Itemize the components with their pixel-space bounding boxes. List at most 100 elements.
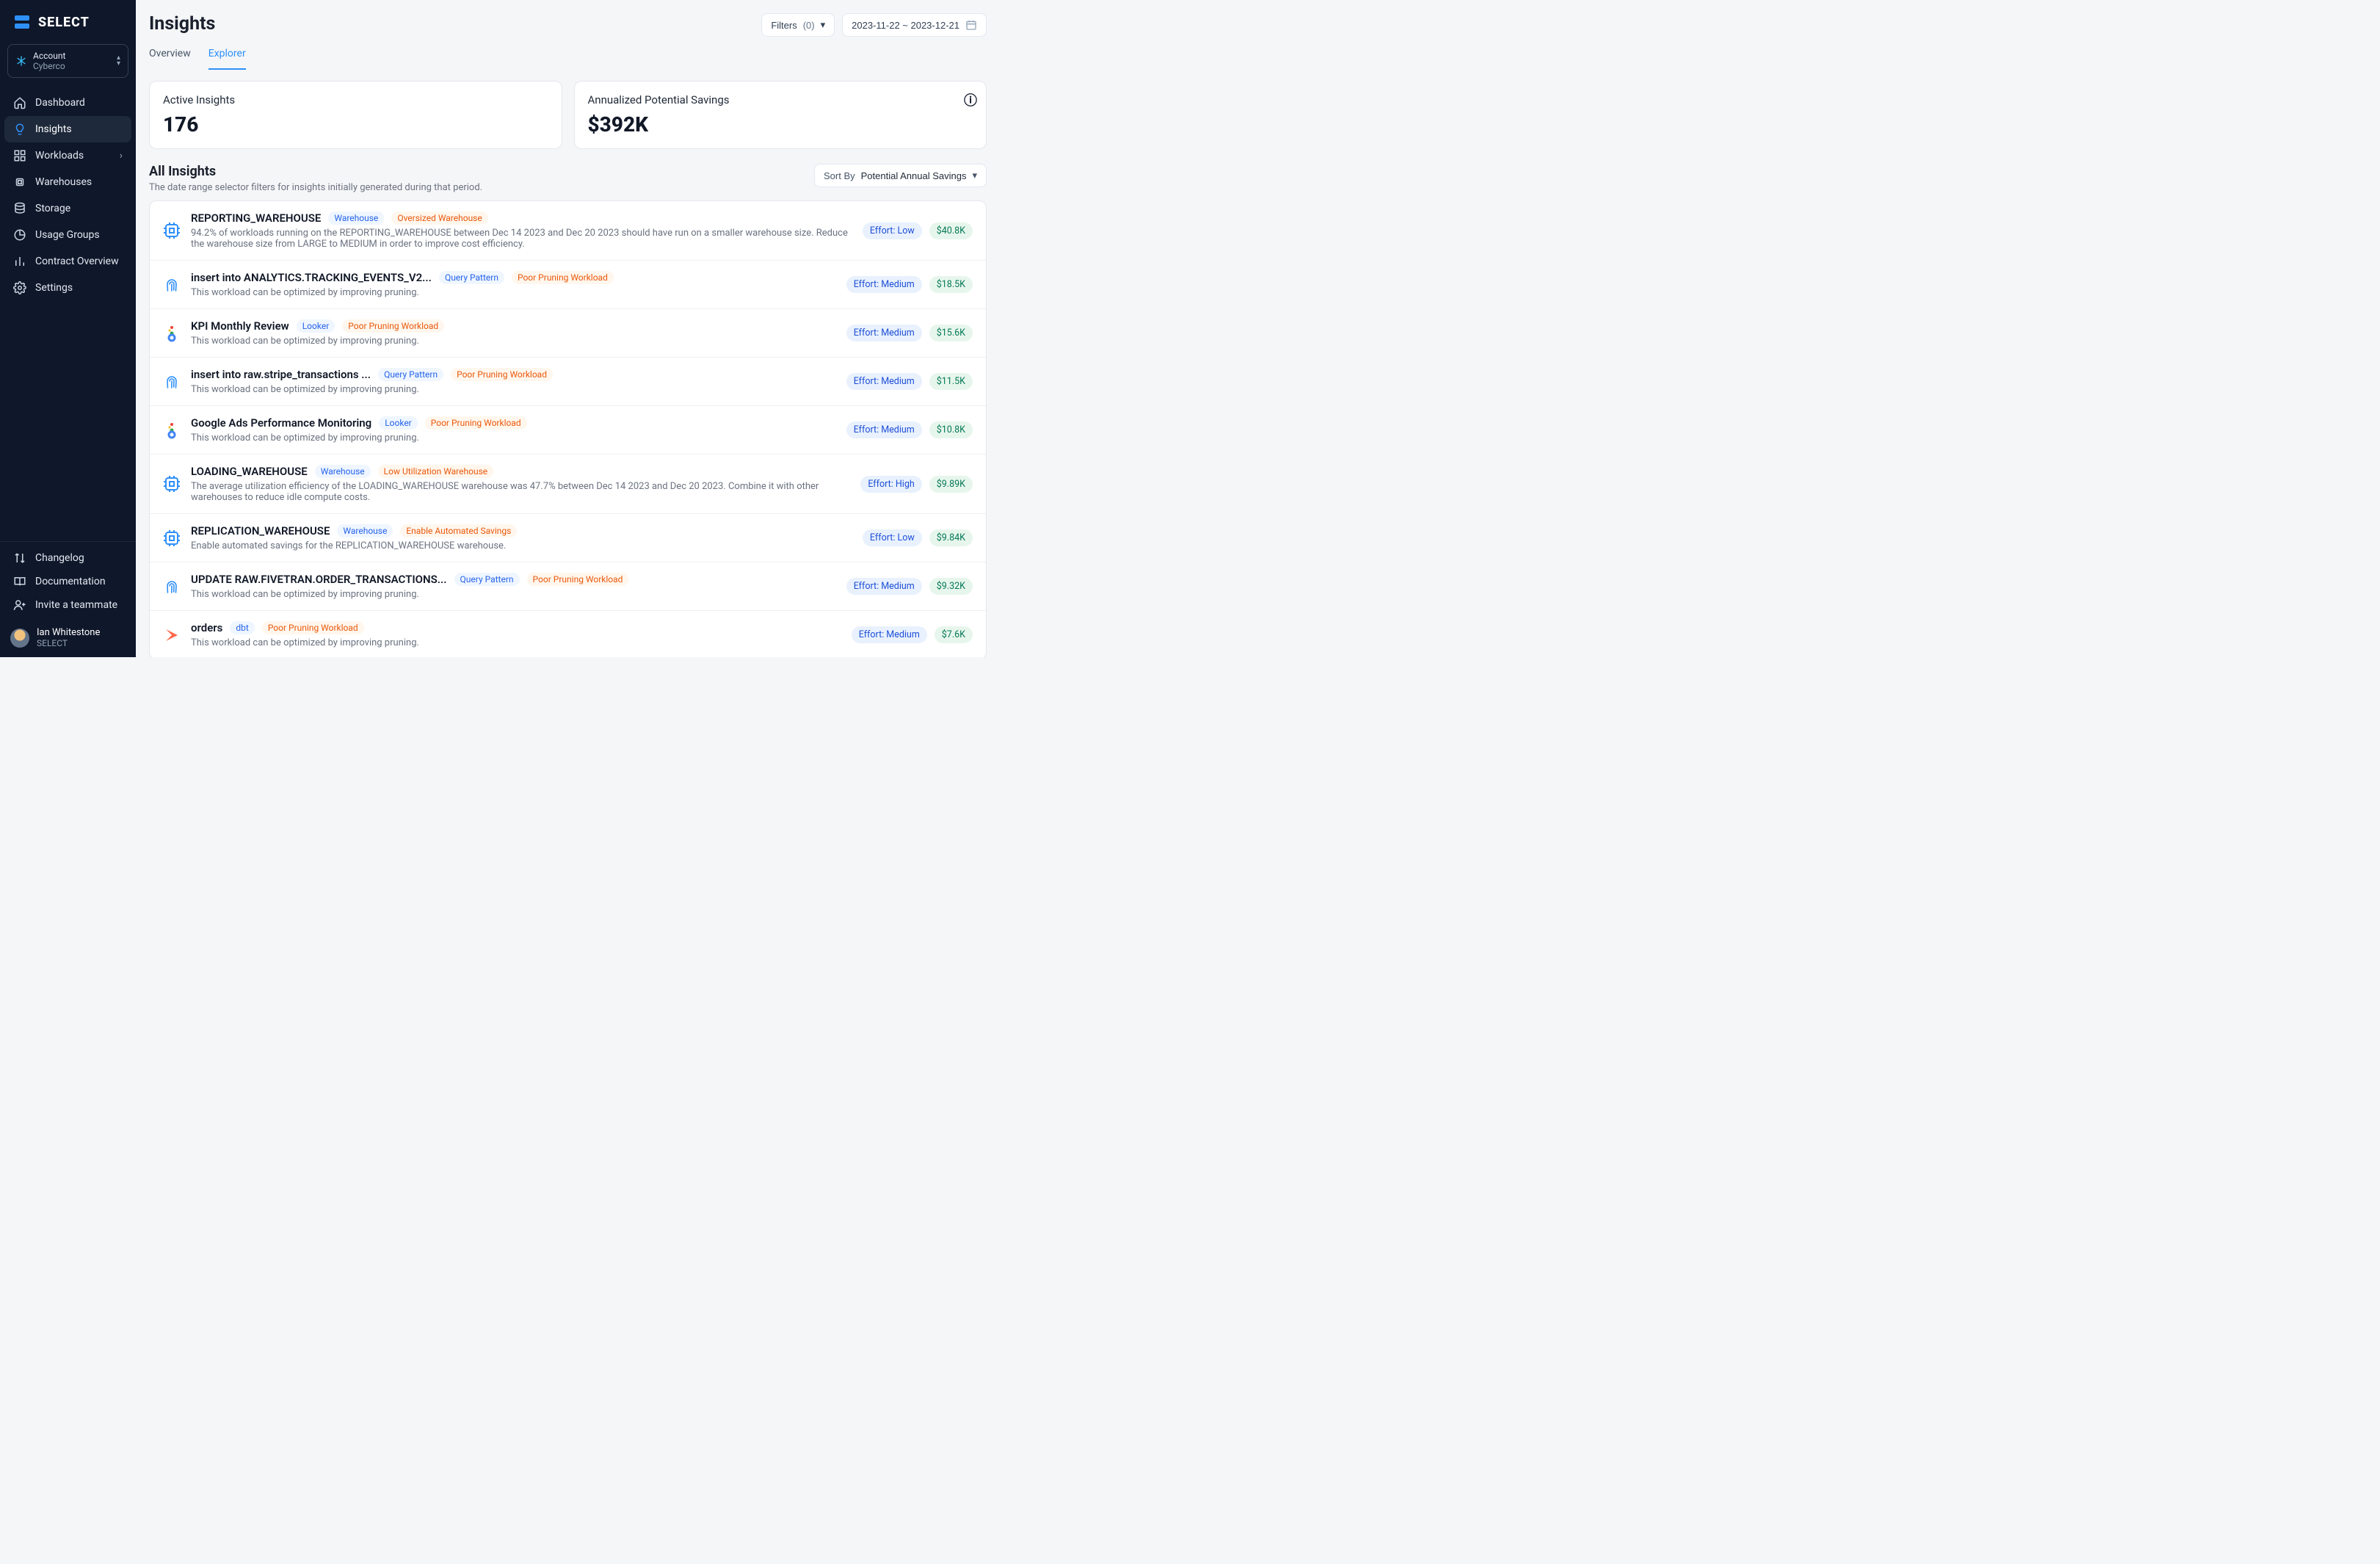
- info-icon[interactable]: ⓘ: [964, 90, 977, 109]
- insight-row[interactable]: UPDATE RAW.FIVETRAN.ORDER_TRANSACTIONS..…: [150, 562, 986, 611]
- link-changelog[interactable]: Changelog: [4, 546, 131, 570]
- insight-description: This workload can be optimized by improv…: [191, 336, 836, 347]
- tag-type: Looker: [379, 416, 418, 430]
- insight-row[interactable]: insert into raw.stripe_transactions ... …: [150, 358, 986, 406]
- nav-label: Storage: [35, 203, 70, 214]
- effort-badge: Effort: Medium: [846, 325, 922, 341]
- tag-category: Low Utilization Warehouse: [378, 465, 493, 478]
- insight-row[interactable]: REPLICATION_WAREHOUSE Warehouse Enable A…: [150, 514, 986, 562]
- sort-label: Sort By: [824, 170, 855, 181]
- nav-storage[interactable]: Storage: [4, 195, 131, 222]
- tag-type: Warehouse: [337, 524, 393, 537]
- insight-description: The average utilization efficiency of th…: [191, 481, 850, 503]
- tabs: Overview Explorer: [149, 42, 246, 70]
- bar-chart-icon: [13, 255, 26, 268]
- user-menu[interactable]: Ian Whitestone SELECT: [0, 621, 136, 657]
- link-label: Invite a teammate: [35, 599, 117, 611]
- savings-badge: $10.8K: [929, 421, 973, 438]
- tab-explorer[interactable]: Explorer: [208, 42, 246, 70]
- insight-row[interactable]: orders dbt Poor Pruning Workload This wo…: [150, 611, 986, 657]
- nav-label: Usage Groups: [35, 229, 100, 241]
- nav-label: Workloads: [35, 150, 84, 162]
- page-header: Insights Overview Explorer Filters (0) ▾…: [149, 13, 987, 70]
- effort-badge: Effort: Medium: [846, 421, 922, 438]
- account-switcher[interactable]: Account Cyberco ▴▾: [7, 44, 128, 78]
- sort-button[interactable]: Sort By Potential Annual Savings ▾: [814, 164, 987, 187]
- brand-mark-icon: [13, 13, 31, 31]
- snowflake-icon: [15, 55, 27, 67]
- database-icon: [13, 202, 26, 215]
- brand-logo: SELECT: [0, 0, 136, 41]
- link-label: Documentation: [35, 576, 106, 587]
- nav-contract-overview[interactable]: Contract Overview: [4, 248, 131, 275]
- tab-overview[interactable]: Overview: [149, 42, 191, 70]
- tag-type: dbt: [230, 621, 254, 634]
- nav-insights[interactable]: Insights: [4, 116, 131, 142]
- chevron-down-icon: ▾: [972, 170, 977, 181]
- insight-row[interactable]: KPI Monthly Review Looker Poor Pruning W…: [150, 309, 986, 358]
- savings-badge: $11.5K: [929, 373, 973, 390]
- gear-icon: [13, 281, 26, 294]
- insight-title: LOADING_WAREHOUSE: [191, 465, 308, 478]
- date-range-button[interactable]: 2023-11-22 ~ 2023-12-21: [842, 13, 987, 37]
- effort-badge: Effort: Medium: [852, 626, 927, 643]
- savings-badge: $40.8K: [929, 222, 973, 239]
- date-range-value: 2023-11-22 ~ 2023-12-21: [852, 20, 959, 31]
- account-text: Account Cyberco: [33, 51, 111, 71]
- nav-settings[interactable]: Settings: [4, 275, 131, 301]
- insight-row[interactable]: Google Ads Performance Monitoring Looker…: [150, 406, 986, 455]
- tag-category: Poor Pruning Workload: [262, 621, 364, 634]
- main: Insights Overview Explorer Filters (0) ▾…: [136, 0, 1000, 657]
- effort-badge: Effort: High: [860, 476, 921, 493]
- user-name: Ian Whitestone: [37, 627, 100, 638]
- insight-description: This workload can be optimized by improv…: [191, 384, 836, 395]
- insight-description: This workload can be optimized by improv…: [191, 287, 836, 298]
- filters-button[interactable]: Filters (0) ▾: [761, 13, 835, 37]
- metric-value: 176: [163, 112, 548, 137]
- chevron-updown-icon: ▴▾: [117, 55, 120, 67]
- tag-type: Warehouse: [328, 211, 384, 225]
- avatar: [10, 629, 29, 648]
- insight-title: Google Ads Performance Monitoring: [191, 416, 371, 430]
- chevron-down-icon: ▾: [821, 19, 826, 31]
- insight-description: Enable automated savings for the REPLICA…: [191, 540, 852, 551]
- insight-description: This workload can be optimized by improv…: [191, 432, 836, 444]
- nav-workloads[interactable]: Workloads ›: [4, 142, 131, 169]
- link-invite[interactable]: Invite a teammate: [4, 593, 131, 617]
- insight-title: UPDATE RAW.FIVETRAN.ORDER_TRANSACTIONS..…: [191, 573, 447, 586]
- insight-row[interactable]: REPORTING_WAREHOUSE Warehouse Oversized …: [150, 201, 986, 261]
- savings-badge: $9.32K: [929, 578, 973, 595]
- book-icon: [13, 575, 26, 588]
- insight-description: This workload can be optimized by improv…: [191, 637, 841, 648]
- insight-title: insert into raw.stripe_transactions ...: [191, 368, 371, 381]
- page-title: Insights: [149, 13, 246, 35]
- filters-label: Filters: [771, 20, 797, 31]
- nav-label: Settings: [35, 282, 73, 294]
- link-label: Changelog: [35, 552, 84, 564]
- insights-list: REPORTING_WAREHOUSE Warehouse Oversized …: [149, 200, 987, 657]
- tag-category: Poor Pruning Workload: [342, 319, 444, 333]
- looker-icon: [163, 421, 181, 439]
- fingerprint-icon: [163, 276, 181, 294]
- metric-label: Active Insights: [163, 93, 548, 106]
- cpu-icon: [163, 529, 181, 547]
- insight-description: 94.2% of workloads running on the REPORT…: [191, 228, 852, 250]
- lightbulb-icon: [13, 123, 26, 136]
- fingerprint-icon: [163, 578, 181, 595]
- nav-dashboard[interactable]: Dashboard: [4, 90, 131, 116]
- tag-type: Query Pattern: [439, 271, 504, 284]
- tag-category: Poor Pruning Workload: [512, 271, 614, 284]
- savings-badge: $15.6K: [929, 325, 973, 341]
- tag-type: Query Pattern: [378, 368, 443, 381]
- insight-row[interactable]: LOADING_WAREHOUSE Warehouse Low Utilizat…: [150, 455, 986, 514]
- savings-badge: $9.89K: [929, 476, 973, 493]
- insight-title: orders: [191, 621, 222, 634]
- link-documentation[interactable]: Documentation: [4, 570, 131, 593]
- effort-badge: Effort: Medium: [846, 276, 922, 293]
- insight-row[interactable]: insert into ANALYTICS.TRACKING_EVENTS_V2…: [150, 261, 986, 309]
- sort-value: Potential Annual Savings: [861, 170, 967, 181]
- nav-usage-groups[interactable]: Usage Groups: [4, 222, 131, 248]
- nav-warehouses[interactable]: Warehouses: [4, 169, 131, 195]
- tag-category: Poor Pruning Workload: [451, 368, 553, 381]
- cpu-icon: [13, 175, 26, 189]
